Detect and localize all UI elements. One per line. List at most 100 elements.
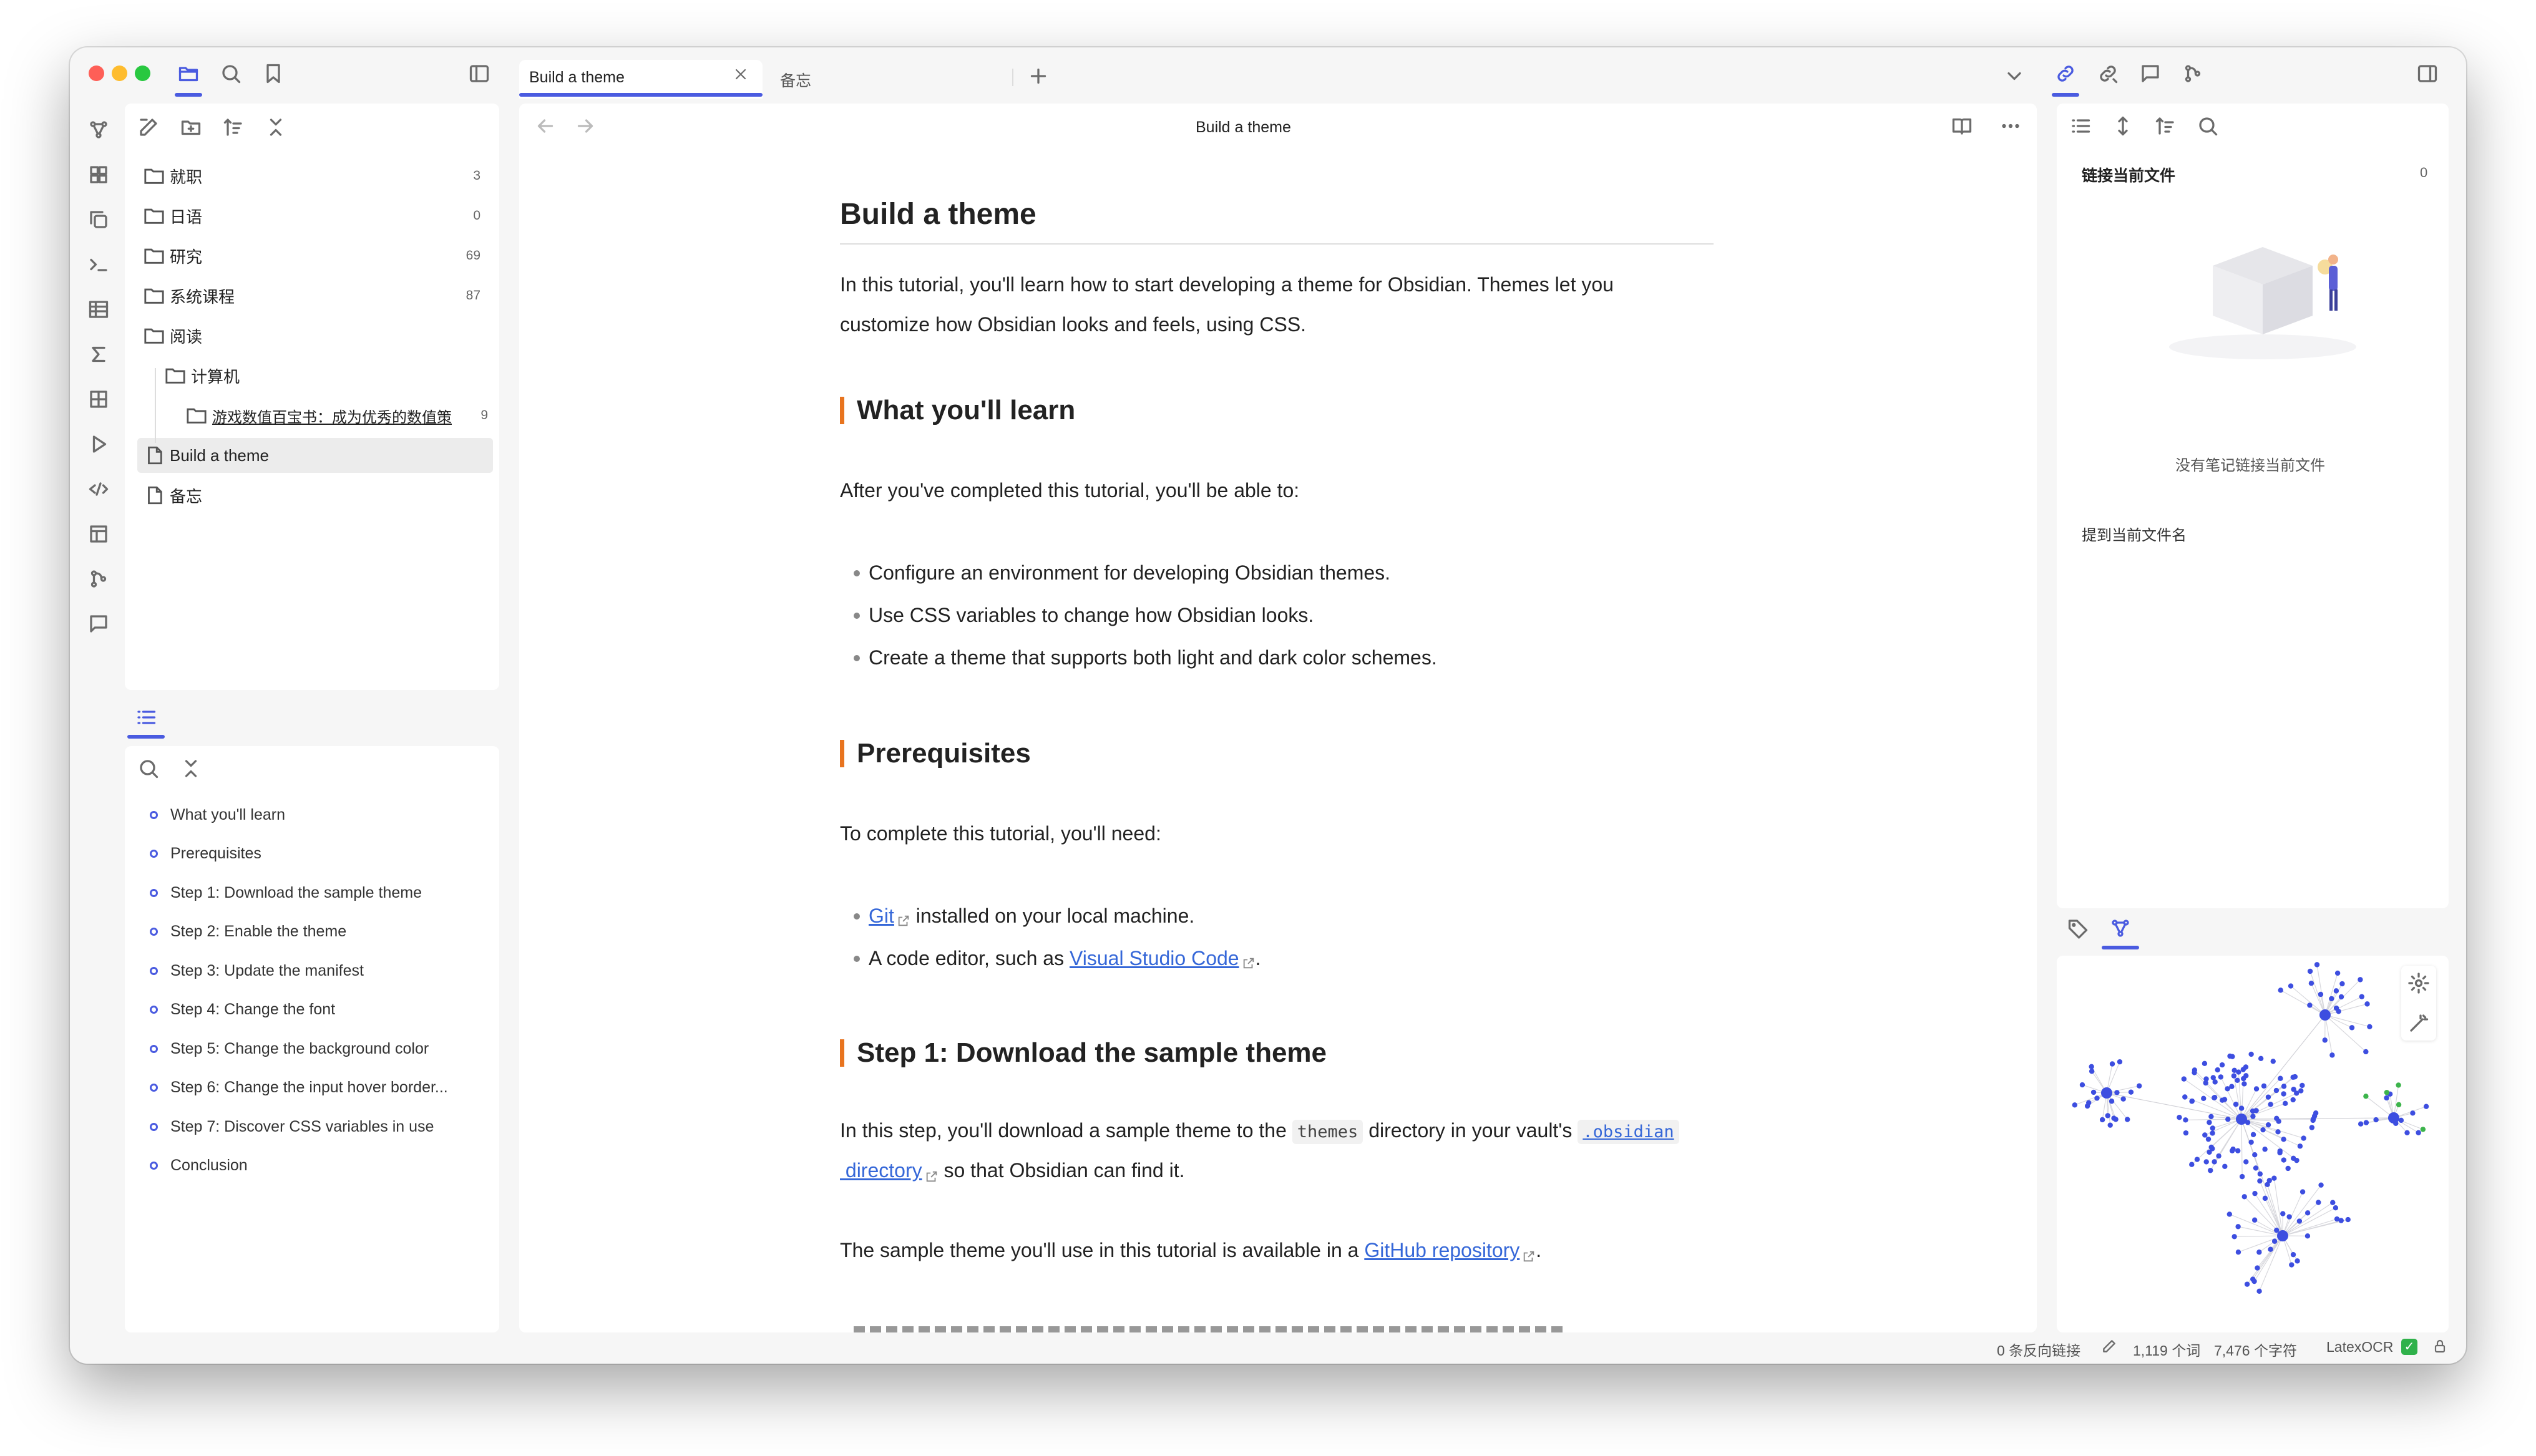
close-tab-icon[interactable] [731,65,750,84]
graph-node[interactable] [2336,1009,2341,1014]
graph-node[interactable] [2243,1064,2249,1070]
graph-node[interactable] [2333,988,2339,994]
graph-node[interactable] [2117,1059,2123,1065]
graph-node[interactable] [2420,1127,2426,1132]
tree-item[interactable]: 就职 3 [144,158,480,193]
backlinks-count-status[interactable]: 0 条反向链接 [1997,1339,2080,1360]
outline-collapse-icon[interactable] [177,755,205,782]
graph-node[interactable] [2233,1102,2239,1107]
graph-node[interactable] [2212,1159,2217,1165]
graph-node[interactable] [2207,1149,2212,1155]
graph-node[interactable] [2202,1060,2208,1067]
outline-item[interactable]: Step 3: Update the manifest [150,958,364,983]
graph-node[interactable] [2241,1194,2247,1200]
graph-node[interactable] [2194,1157,2200,1162]
graph-node[interactable] [2358,977,2363,983]
graph-node[interactable] [2253,1165,2259,1171]
graph-node[interactable] [2177,1115,2182,1120]
graph-node[interactable] [2297,1143,2303,1149]
local-graph-icon[interactable] [2107,915,2134,942]
graph-node[interactable] [2318,1182,2324,1188]
graph-node[interactable] [2275,1129,2281,1135]
graph-node[interactable] [2304,1210,2311,1216]
graph-node[interactable] [2225,1117,2231,1122]
graph-node[interactable] [2120,1096,2126,1102]
lock-icon[interactable] [2429,1335,2451,1357]
search-icon[interactable] [217,60,245,87]
tree-item[interactable]: 研究 69 [144,238,480,273]
graph-node[interactable] [2290,1074,2296,1080]
tab-list-chevron-down-icon[interactable] [2001,62,2028,90]
git-icon[interactable] [2179,60,2207,87]
graph-node[interactable] [2212,1094,2218,1100]
graph-node[interactable] [2251,1278,2257,1284]
graph-node[interactable] [2189,1162,2195,1167]
tree-item[interactable]: 日语 0 [144,198,480,233]
list-icon[interactable] [2067,112,2094,140]
obsidian-directory-link[interactable]: .obsidian [1578,1120,1679,1144]
graph-node[interactable] [2250,1132,2256,1137]
graph-node[interactable] [2268,1102,2273,1107]
outline-item[interactable]: Prerequisites [150,842,261,866]
graph-node[interactable] [2248,1139,2254,1145]
graph-node[interactable] [2329,996,2334,1002]
graph-node[interactable] [2105,1113,2110,1119]
graph-node[interactable] [2235,1250,2241,1255]
graph-node[interactable] [2280,1211,2286,1216]
graph-node[interactable] [2210,1130,2215,1136]
graph-node[interactable] [2410,1110,2416,1116]
graph-node[interactable] [2252,1152,2258,1158]
forward-arrow-icon[interactable] [572,112,599,140]
new-note-icon[interactable] [135,114,162,141]
directory-link[interactable]: directory [840,1159,922,1182]
toggle-left-sidebar-icon[interactable] [466,60,493,87]
bookmark-icon[interactable] [260,60,287,87]
graph-node[interactable] [2243,1159,2249,1165]
latexocr-status[interactable]: LatexOCR [2326,1339,2393,1356]
graph-node[interactable] [2256,1250,2262,1255]
graph-node[interactable] [2253,1086,2260,1092]
minimize-window-button[interactable] [112,66,127,81]
graph-node[interactable] [2278,988,2283,993]
graph-node[interactable] [2089,1064,2094,1070]
maximize-window-button[interactable] [135,66,150,81]
new-tab-icon[interactable] [1025,62,1052,90]
graph-node[interactable] [2183,1117,2188,1123]
graph-node[interactable] [2299,1082,2305,1089]
expand-icon[interactable] [2109,112,2137,140]
graph-node[interactable] [2231,1234,2237,1240]
outline-item[interactable]: Step 6: Change the input hover border... [150,1075,448,1100]
graph-node[interactable] [2079,1082,2085,1088]
graph-node[interactable] [2238,1105,2245,1111]
graph-node[interactable] [2208,1168,2213,1173]
graph-node[interactable] [2241,1075,2246,1082]
graph-node[interactable] [2273,1087,2280,1094]
outline-item[interactable]: Step 1: Download the sample theme [150,880,422,905]
graph-node[interactable] [2396,1102,2402,1108]
tree-item[interactable]: 游戏数值百宝书：成为优秀的数值策 9 [186,398,488,433]
outline-item[interactable]: What you'll learn [150,802,285,827]
graph-node[interactable] [2089,1069,2095,1074]
graph-node[interactable] [2416,1130,2421,1135]
canvas-icon[interactable] [85,161,112,188]
git-link[interactable]: Git [869,905,894,928]
graph-node[interactable] [2094,1095,2100,1101]
graph-node[interactable] [2216,1153,2221,1159]
sort-icon[interactable] [2152,112,2179,140]
graph-node[interactable] [2308,981,2314,986]
graph-node[interactable] [2192,1070,2197,1075]
graph-node[interactable] [2363,1120,2369,1125]
graph-node[interactable] [2205,1136,2212,1142]
graph-node[interactable] [2255,1265,2260,1271]
graph-node[interactable] [2128,1089,2134,1095]
graph-node[interactable] [2286,1214,2292,1220]
outline-item[interactable]: Step 4: Change the font [150,997,335,1022]
graph-node[interactable] [2252,1190,2258,1196]
graph-node[interactable] [2203,1159,2209,1165]
graph-node[interactable] [2265,1182,2270,1188]
graph-node[interactable] [2107,1122,2113,1128]
tree-item[interactable]: Build a theme [137,438,493,473]
graph-node[interactable] [2125,1117,2130,1122]
graph-node[interactable] [2318,991,2324,997]
graph-node[interactable] [2218,1074,2224,1080]
